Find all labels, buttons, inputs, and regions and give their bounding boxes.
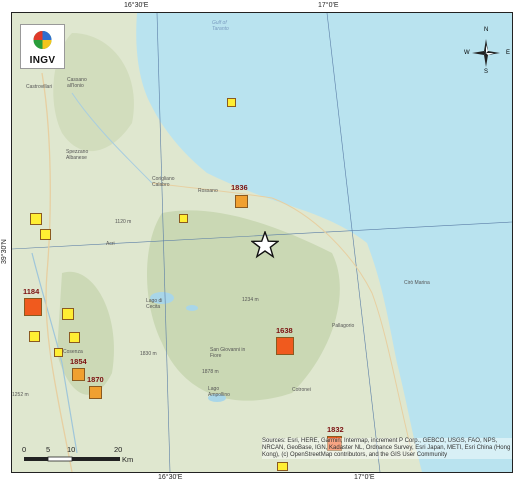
top-longitude-label: 17°0'E	[318, 2, 339, 9]
earthquake-marker[interactable]	[235, 195, 248, 208]
compass-e: E	[506, 50, 511, 56]
earthquake-marker[interactable]	[72, 368, 85, 381]
earthquake-year-label: 1638	[276, 326, 293, 335]
scale-bar: 0 5 10 20 Km	[22, 445, 142, 469]
bottom-longitude-label: 16°30'E	[158, 474, 183, 481]
place-castrovillari: Castrovillari	[26, 84, 53, 90]
compass-n: N	[484, 27, 489, 33]
logo-text: INGV	[29, 55, 56, 66]
earthquake-year-label: 1854	[70, 357, 87, 366]
earthquake-marker[interactable]	[89, 386, 102, 399]
earthquake-marker[interactable]	[69, 332, 80, 343]
earthquake-marker[interactable]	[227, 98, 236, 107]
scale-tick: 5	[46, 445, 51, 454]
elevation-label: 1878 m	[202, 369, 219, 375]
earthquake-year-label: 1836	[231, 183, 248, 192]
compass-icon	[472, 39, 500, 67]
earthquake-marker[interactable]	[40, 229, 51, 240]
earthquake-marker[interactable]	[62, 308, 74, 320]
place-ampollino: Lago Ampollino	[208, 386, 230, 398]
place-gulf-taranto: Gulf of Taranto	[212, 20, 229, 32]
place-spezzano: Spezzano Albanese	[66, 149, 89, 161]
place-rossano: Rossano	[198, 188, 218, 194]
place-san-giovanni: San Giovanni in Fiore	[210, 347, 246, 359]
place-corigliano: Corigliano Calabro	[152, 176, 175, 188]
compass-s: S	[484, 69, 489, 75]
left-latitude-label: 39°30'N	[1, 239, 8, 264]
place-pallagorio: Pallagorio	[332, 323, 355, 329]
earthquake-marker[interactable]	[276, 337, 294, 355]
compass-w: W	[464, 50, 470, 56]
earthquake-marker[interactable]	[54, 348, 63, 357]
scale-tick: 20	[114, 445, 123, 454]
ingv-logo: INGV	[20, 24, 65, 69]
place-cotronei: Cotronei	[292, 387, 311, 393]
top-longitude-label: 16°30'E	[124, 2, 149, 9]
earthquake-year-label: 1832	[327, 425, 344, 434]
scale-tick: 10	[67, 445, 76, 454]
place-acri: Acri	[106, 241, 115, 247]
earthquake-year-label: 1870	[87, 375, 104, 384]
map-attribution: Sources: Esri, HERE, Garmin, Intermap, i…	[262, 438, 512, 459]
elevation-label: 1252 m	[12, 392, 29, 398]
map-view[interactable]: INGV N S W E Gulf of Taranto Castrovilla…	[11, 12, 513, 473]
place-cassano: Cassano all'Ionio	[67, 77, 87, 89]
epicenter-star-icon[interactable]	[251, 231, 279, 259]
elevation-label: 1234 m	[242, 297, 259, 303]
earthquake-marker[interactable]	[277, 462, 288, 471]
bottom-longitude-label: 17°0'E	[354, 474, 375, 481]
elevation-label: 1120 m	[115, 219, 132, 225]
earthquake-marker[interactable]	[29, 331, 40, 342]
earthquake-marker[interactable]	[24, 298, 42, 316]
lake-arvo	[186, 305, 198, 311]
compass-rose: N S W E	[464, 27, 510, 75]
scale-tick: 0	[22, 445, 27, 454]
earthquake-marker[interactable]	[30, 213, 42, 225]
earthquake-year-label: 1184	[23, 287, 40, 296]
elevation-label: 1830 m	[140, 351, 157, 357]
place-lago-cecita: Lago di Cecita	[146, 298, 163, 310]
place-cosenza: Cosenza	[63, 349, 83, 355]
scale-unit: Km	[122, 455, 134, 464]
earthquake-marker[interactable]	[179, 214, 188, 223]
globe-icon	[33, 31, 52, 49]
place-ciro-marina: Cirò Marina	[404, 280, 430, 286]
